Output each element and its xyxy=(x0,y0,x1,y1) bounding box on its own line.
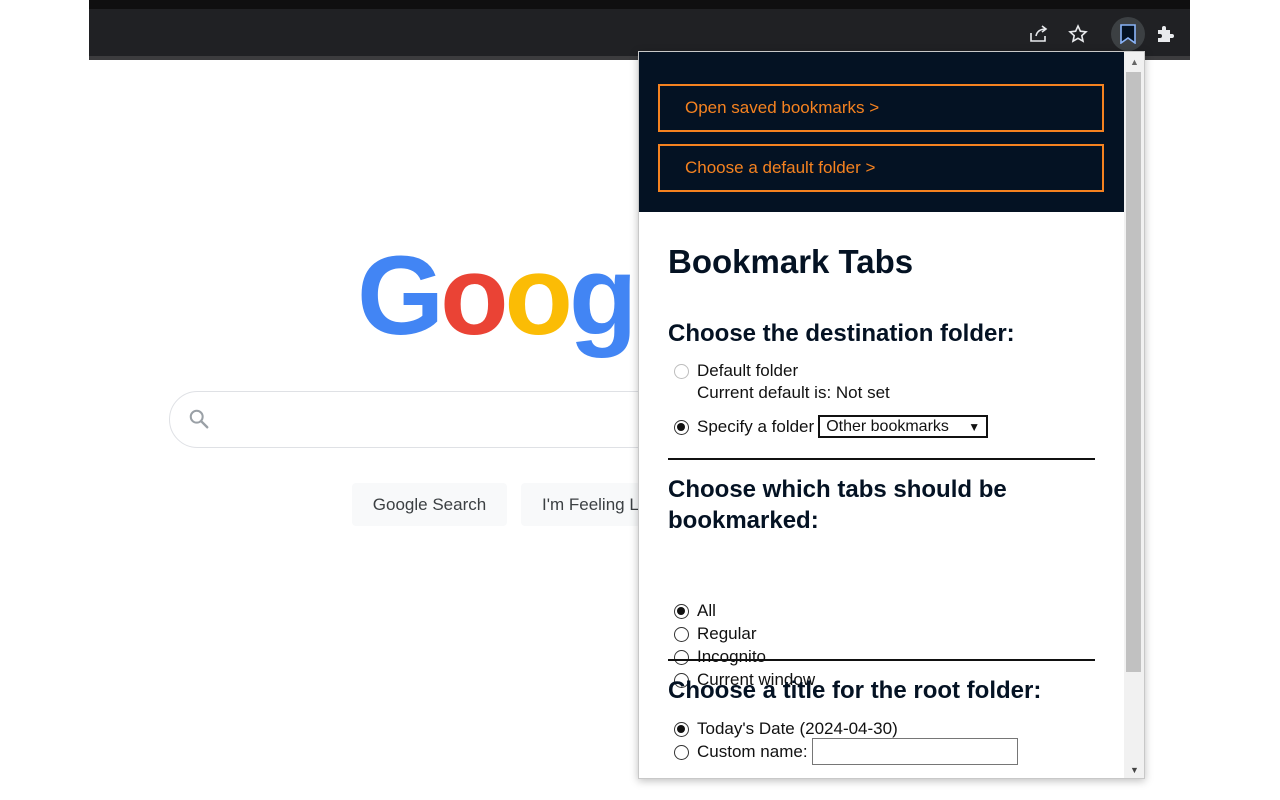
current-default-text: Current default is: Not set xyxy=(697,383,890,402)
share-icon[interactable] xyxy=(1025,20,1053,48)
tabs-option-incognito[interactable]: Incognito xyxy=(674,647,766,667)
default-folder-label: Default folder xyxy=(697,361,799,380)
scroll-thumb[interactable] xyxy=(1126,72,1141,672)
custom-name-field[interactable] xyxy=(811,738,1018,765)
folder-select[interactable]: Other bookmarks ▼ xyxy=(818,415,989,438)
logo-letter: g xyxy=(568,233,637,358)
custom-title-label: Custom name: xyxy=(697,742,808,761)
logo-letter: o xyxy=(440,233,508,358)
tabs-choice-heading: Choose which tabs should be bookmarked: xyxy=(668,476,1007,534)
open-saved-bookmarks-button[interactable]: Open saved bookmarks > xyxy=(658,84,1104,132)
logo-letter: G xyxy=(357,233,444,358)
tabs-option-regular[interactable]: Regular xyxy=(674,624,757,644)
choose-default-folder-button[interactable]: Choose a default folder > xyxy=(658,144,1104,192)
tabs-all-radio[interactable] xyxy=(674,604,689,619)
popup-header: Open saved bookmarks > Choose a default … xyxy=(639,52,1124,212)
section-divider xyxy=(668,458,1095,460)
default-folder-option[interactable]: Default folder Current default is: Not s… xyxy=(674,361,890,403)
root-title-heading: Choose a title for the root folder: xyxy=(668,677,1042,704)
date-title-label: Today's Date (2024-04-30) xyxy=(697,719,898,738)
folder-select-value: Other bookmarks xyxy=(826,417,949,435)
star-icon[interactable] xyxy=(1064,20,1092,48)
specify-folder-radio[interactable] xyxy=(674,420,689,435)
tab-strip xyxy=(89,0,1190,9)
search-icon xyxy=(188,408,212,432)
google-logo: Googl xyxy=(357,240,665,352)
scroll-down-arrow-icon[interactable]: ▼ xyxy=(1124,762,1144,778)
custom-title-radio[interactable] xyxy=(674,745,689,760)
destination-heading: Choose the destination folder: xyxy=(668,320,1015,347)
specify-folder-option[interactable]: Specify a folder Other bookmarks ▼ xyxy=(674,415,989,438)
scroll-up-arrow-icon[interactable]: ▲ xyxy=(1124,54,1144,70)
tabs-option-all[interactable]: All xyxy=(674,601,716,621)
default-folder-radio[interactable] xyxy=(674,364,689,379)
tabs-option-label: All xyxy=(697,601,716,620)
tabs-regular-radio[interactable] xyxy=(674,627,689,642)
section-divider xyxy=(668,659,1095,661)
tabs-incognito-radio[interactable] xyxy=(674,650,689,665)
logo-letter: o xyxy=(504,233,573,358)
custom-title-option[interactable]: Custom name: xyxy=(674,738,1018,765)
chevron-down-icon: ▼ xyxy=(968,419,981,434)
tabs-option-label: Regular xyxy=(697,624,757,643)
date-title-radio[interactable] xyxy=(674,722,689,737)
google-search-button[interactable]: Google Search xyxy=(352,483,507,526)
tabs-option-label: Incognito xyxy=(697,647,766,666)
date-title-option[interactable]: Today's Date (2024-04-30) xyxy=(674,719,898,739)
scrollbar[interactable]: ▲ ▼ xyxy=(1124,52,1144,778)
extension-popup: Open saved bookmarks > Choose a default … xyxy=(638,51,1145,779)
bookmark-icon[interactable] xyxy=(1111,17,1145,51)
specify-folder-label: Specify a folder xyxy=(697,417,815,436)
extensions-icon[interactable] xyxy=(1151,20,1179,48)
page-title: Bookmark Tabs xyxy=(668,243,914,280)
